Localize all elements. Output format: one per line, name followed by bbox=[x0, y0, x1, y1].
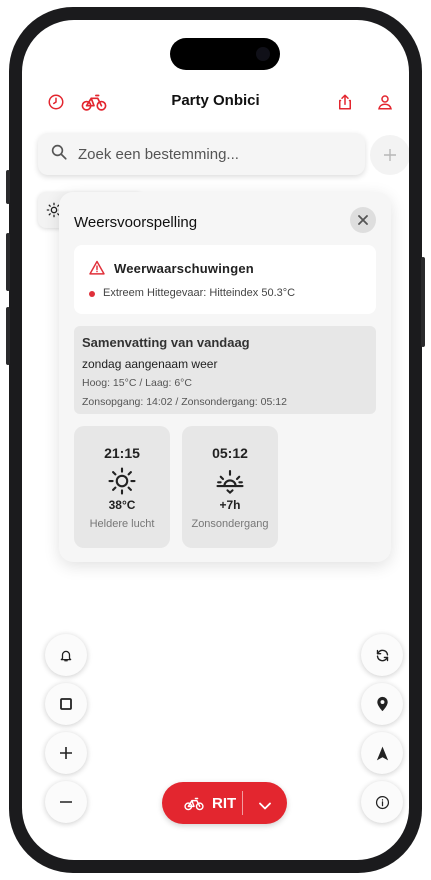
user-icon[interactable] bbox=[373, 90, 397, 114]
summary-sun-times: Zonsopgang: 14:02 / Zonsondergang: 05:12 bbox=[82, 396, 287, 408]
chevron-down-icon[interactable] bbox=[259, 797, 271, 815]
phone-frame: Party Onbici Weersvoorspelling bbox=[6, 7, 425, 873]
bell-icon bbox=[60, 650, 72, 661]
hour-description: Zonsondergang bbox=[191, 518, 269, 530]
refresh-icon bbox=[376, 649, 388, 661]
stop-button[interactable] bbox=[45, 683, 87, 725]
sun-icon bbox=[107, 466, 137, 496]
refresh-button[interactable] bbox=[361, 634, 403, 676]
summary-subtitle: zondag aangenaam weer bbox=[82, 357, 218, 371]
warning-text: Extreem Hittegevaar: Hitteindex 50.3°C bbox=[103, 287, 296, 299]
action-button bbox=[6, 170, 10, 204]
location-pin-button[interactable] bbox=[361, 683, 403, 725]
navigation-arrow-icon bbox=[376, 746, 388, 760]
plus-icon bbox=[60, 747, 72, 759]
warnings-title: Weerwaarschuwingen bbox=[114, 261, 254, 276]
app-screen: Party Onbici Weersvoorspelling bbox=[22, 20, 409, 860]
dynamic-island bbox=[170, 38, 280, 70]
close-icon bbox=[358, 215, 368, 225]
close-button[interactable] bbox=[350, 207, 376, 233]
search-input[interactable] bbox=[78, 145, 348, 163]
share-icon[interactable] bbox=[333, 90, 357, 114]
power-button bbox=[421, 257, 425, 347]
hour-description: Heldere lucht bbox=[89, 518, 155, 530]
ride-divider bbox=[242, 791, 243, 815]
hour-value: 38°C bbox=[108, 498, 136, 512]
info-icon bbox=[375, 795, 389, 809]
summary-title: Samenvatting van vandaag bbox=[82, 335, 250, 350]
hour-value: +7h bbox=[219, 498, 241, 512]
zoom-out-button[interactable] bbox=[45, 781, 87, 823]
start-ride-button[interactable]: RIT bbox=[162, 782, 287, 824]
forecast-panel: Weersvoorspelling Weerwaarschuwingen Ext… bbox=[59, 192, 391, 562]
zoom-in-button[interactable] bbox=[45, 732, 87, 774]
warning-dot bbox=[89, 291, 95, 297]
warning-icon bbox=[89, 260, 105, 280]
plus-icon bbox=[384, 149, 396, 161]
forecast-hour-card[interactable]: 05:12 +7h Zonsondergang bbox=[182, 426, 278, 548]
daily-summary-card: Samenvatting van vandaag zondag aangenaa… bbox=[74, 326, 376, 414]
summary-high-low: Hoog: 15°C / Laag: 6°C bbox=[82, 377, 192, 389]
weather-warnings-card: Weerwaarschuwingen Extreem Hittegevaar: … bbox=[74, 245, 376, 314]
forecast-title: Weersvoorspelling bbox=[74, 214, 198, 231]
bike-icon bbox=[184, 796, 204, 811]
square-icon bbox=[60, 698, 72, 710]
forecast-hour-card[interactable]: 21:15 38°C Heldere lucht bbox=[74, 426, 170, 548]
hour-time: 21:15 bbox=[104, 445, 140, 461]
search-bar[interactable] bbox=[38, 133, 365, 175]
ride-label: RIT bbox=[212, 794, 237, 812]
navigate-button[interactable] bbox=[361, 732, 403, 774]
volume-up-button bbox=[6, 233, 10, 291]
location-pin-icon bbox=[376, 696, 388, 712]
minus-icon bbox=[60, 801, 72, 803]
alerts-button[interactable] bbox=[45, 634, 87, 676]
search-icon bbox=[50, 143, 68, 166]
info-button[interactable] bbox=[361, 781, 403, 823]
hour-time: 05:12 bbox=[212, 445, 248, 461]
volume-down-button bbox=[6, 307, 10, 365]
sunset-icon bbox=[215, 466, 245, 496]
add-destination-button[interactable] bbox=[370, 135, 409, 175]
